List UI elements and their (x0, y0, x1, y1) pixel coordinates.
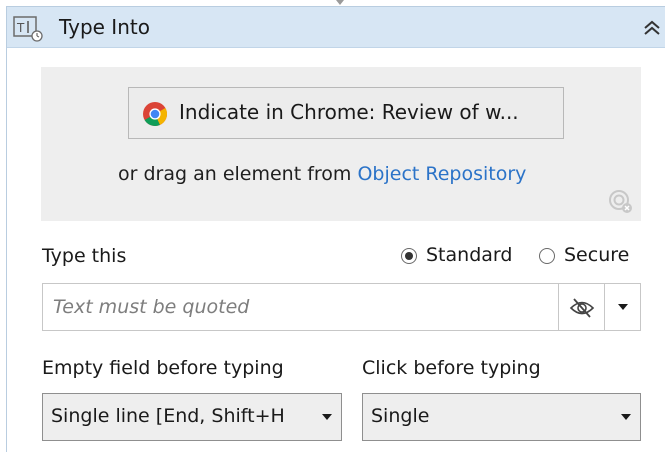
type-into-activity: T Type Into Indicate in Chrome: Review o… (6, 6, 665, 452)
connector-arrow (336, 0, 344, 5)
double-chevron-up-icon[interactable] (641, 18, 663, 38)
type-this-input[interactable] (42, 283, 559, 331)
target-icon[interactable] (608, 189, 634, 215)
type-into-icon: T (13, 16, 43, 42)
eye-slash-icon (569, 298, 595, 318)
toggle-visibility-button[interactable] (558, 283, 605, 331)
chevron-down-icon (322, 414, 332, 420)
indicate-in-chrome-button[interactable]: Indicate in Chrome: Review of w... (128, 87, 564, 139)
type-this-label: Type this (42, 245, 127, 267)
empty-field-label: Empty field before typing (42, 357, 284, 379)
radio-secure[interactable]: Secure (539, 244, 641, 268)
radio-secure-dot[interactable] (539, 248, 555, 264)
drag-hint-text: or drag an element from (118, 163, 358, 185)
indicate-label: Indicate in Chrome: Review of w... (179, 100, 519, 124)
drag-element-hint: or drag an element from Object Repositor… (118, 163, 526, 185)
chevron-down-icon (621, 414, 631, 420)
chrome-icon (143, 102, 168, 126)
type-this-options-button[interactable] (604, 283, 641, 331)
empty-field-select[interactable]: Single line [End, Shift+H (42, 393, 342, 441)
radio-standard-label: Standard (426, 244, 513, 266)
click-before-label: Click before typing (362, 357, 541, 379)
target-panel: Indicate in Chrome: Review of w... or dr… (41, 67, 641, 221)
radio-standard[interactable]: Standard (401, 244, 527, 268)
click-before-value: Single (371, 405, 430, 427)
svg-text:T: T (16, 21, 25, 35)
chevron-down-icon (618, 304, 628, 310)
radio-secure-label: Secure (564, 244, 630, 266)
radio-standard-dot[interactable] (401, 248, 417, 264)
click-before-select[interactable]: Single (362, 393, 641, 441)
object-repository-link[interactable]: Object Repository (357, 163, 526, 185)
activity-title: Type Into (59, 15, 150, 39)
activity-header[interactable]: T Type Into (7, 7, 665, 48)
empty-field-value: Single line [End, Shift+H (51, 405, 285, 427)
